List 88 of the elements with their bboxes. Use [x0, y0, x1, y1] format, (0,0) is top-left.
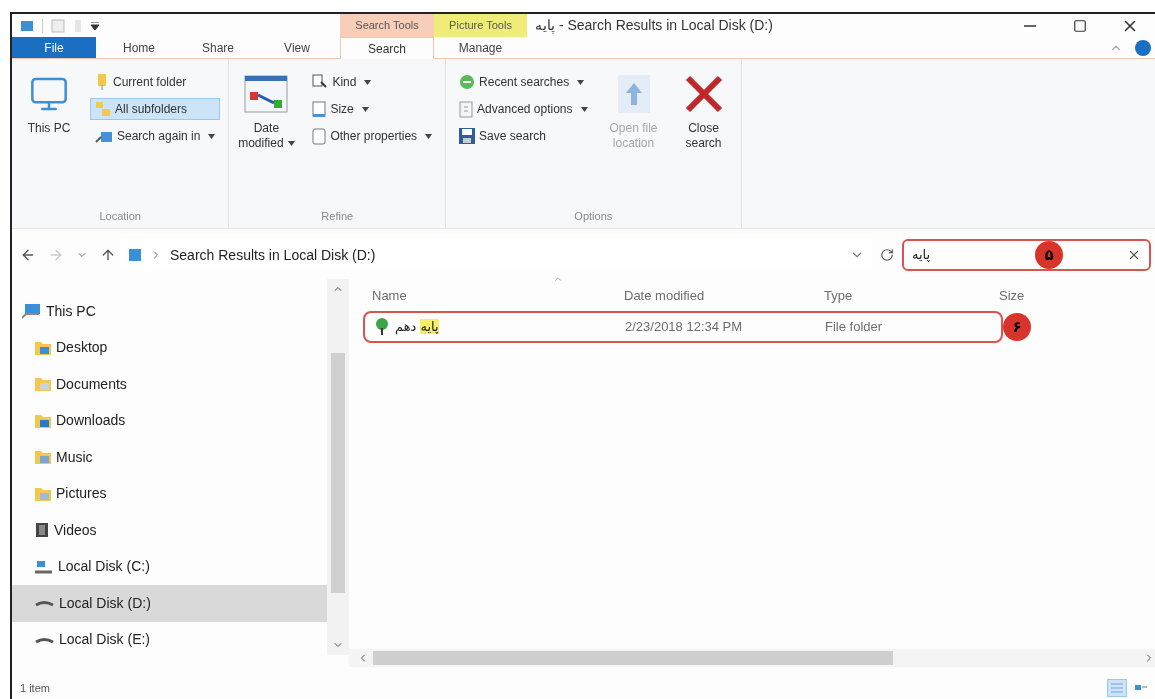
downloads-folder-icon	[34, 412, 52, 429]
annotation-badge: ۶	[1003, 313, 1031, 341]
window-title: پایه - Search Results in Local Disk (D:)	[535, 16, 773, 36]
help-icon[interactable]	[1135, 39, 1151, 56]
context-tab-header: Search Tools	[340, 14, 434, 37]
sidebar-item[interactable]: Videos	[12, 512, 327, 549]
ribbon-tab[interactable]: Share	[182, 37, 254, 58]
ribbon-small-button[interactable]: Recent searches	[454, 71, 593, 93]
ribbon-tab[interactable]: File	[12, 37, 96, 58]
back-icon[interactable]	[20, 247, 36, 263]
dropdown-caret-icon	[287, 141, 295, 147]
sidebar-item[interactable]: Desktop	[12, 329, 327, 366]
context-tab-header: Picture Tools	[434, 14, 527, 37]
ribbon-small-button[interactable]: Size	[307, 98, 438, 120]
dropdown-caret-icon	[425, 133, 433, 139]
dropdown-caret-icon	[364, 79, 372, 85]
dropdown-caret-icon	[208, 133, 216, 139]
column-header[interactable]: Type	[824, 273, 999, 307]
sidebar-item[interactable]: Documents	[12, 366, 327, 403]
ribbon-large-button[interactable]: Date modified	[237, 71, 296, 151]
customize-arrow-icon	[91, 21, 99, 30]
tree-icon	[373, 318, 391, 336]
document-icon	[312, 127, 327, 145]
status-text: 1 item	[20, 680, 50, 696]
dropdown-caret-icon	[361, 106, 369, 112]
ribbon-small-button[interactable]: All subfolders	[90, 98, 221, 120]
drive-icon	[35, 599, 54, 608]
ribbon-small-button[interactable]: Search again in	[90, 125, 221, 147]
ribbon-small-button[interactable]: Kind	[307, 71, 438, 93]
drive-icon	[35, 635, 54, 644]
document-icon	[459, 100, 474, 118]
type-cell-text: File folder	[825, 318, 883, 337]
horizontal-scrollbar[interactable]	[349, 649, 1155, 667]
ribbon-tab[interactable]: Home	[96, 37, 182, 58]
music-folder-icon	[34, 449, 52, 466]
folder-pin-icon	[95, 74, 109, 90]
folders-icon	[95, 101, 111, 117]
search-value: پایه	[912, 246, 931, 265]
ribbon-small-button[interactable]: Other properties	[307, 125, 438, 147]
minimize-icon	[1024, 24, 1036, 27]
dropdown-caret-icon	[577, 79, 585, 85]
sidebar-item[interactable]: Downloads	[12, 402, 327, 439]
sidebar-item[interactable]: Local Disk (C:)	[12, 548, 327, 585]
film-icon	[34, 522, 50, 539]
search-field[interactable]: پایه ۵	[902, 239, 1151, 271]
sidebar-item[interactable]: Local Disk (E:)	[12, 621, 327, 658]
open-location-icon	[615, 73, 652, 115]
ribbon-large-button[interactable]: Close search	[674, 71, 733, 151]
ribbon-small-button[interactable]: Advanced options	[454, 98, 593, 120]
computer-icon	[22, 303, 42, 320]
ribbon-small-button[interactable]: Save search	[454, 125, 593, 147]
annotation-badge: ۵	[1035, 241, 1064, 269]
drive-icon	[34, 559, 54, 574]
ribbon-tab[interactable]: View	[254, 37, 340, 58]
sidebar-item[interactable]: This PC	[12, 293, 327, 330]
recent-searches-icon	[459, 74, 476, 90]
column-header[interactable]: Size	[999, 273, 1099, 307]
maximize-icon	[1073, 18, 1087, 33]
date-cell-text: 2/23/2018 12:34 PM	[625, 318, 744, 337]
sidebar-item[interactable]: Music	[12, 439, 327, 476]
up-icon[interactable]	[100, 247, 116, 263]
documents-folder-icon	[34, 376, 52, 393]
search-folder-icon	[95, 129, 113, 143]
ribbon-tab[interactable]: Search	[340, 37, 434, 59]
folder-icon	[20, 18, 34, 33]
column-header[interactable]: Name	[372, 273, 624, 307]
ribbon-group-label: Refine	[321, 208, 354, 224]
details-view-icon	[1111, 683, 1123, 693]
refresh-icon[interactable]	[880, 248, 894, 262]
ribbon-large-button[interactable]: This PC	[20, 71, 78, 136]
clear-search-icon[interactable]	[1127, 248, 1141, 262]
large-icons-view-icon	[1135, 685, 1147, 691]
close-icon	[683, 74, 724, 114]
sidebar-item[interactable]: Pictures	[12, 475, 327, 512]
ribbon-group-label: Options	[574, 208, 613, 224]
sidebar-scrollbar[interactable]	[327, 279, 349, 655]
desktop-folder-icon	[34, 339, 52, 356]
address-path: Search Results in Local Disk (D:)	[170, 245, 376, 265]
calendar-icon	[244, 74, 289, 114]
file-name: پایه دهم	[395, 318, 439, 337]
dropdown-caret-icon	[580, 106, 588, 112]
column-header[interactable]: Date modified	[624, 273, 824, 307]
ribbon-small-button[interactable]: Current folder	[90, 71, 221, 93]
sidebar-item[interactable]: Local Disk (D:)	[12, 585, 327, 622]
pictures-folder-icon	[34, 485, 52, 502]
ribbon-tab[interactable]: Manage	[434, 37, 527, 58]
ribbon-group-label: Location	[99, 208, 141, 224]
search-results-icon	[128, 248, 142, 262]
